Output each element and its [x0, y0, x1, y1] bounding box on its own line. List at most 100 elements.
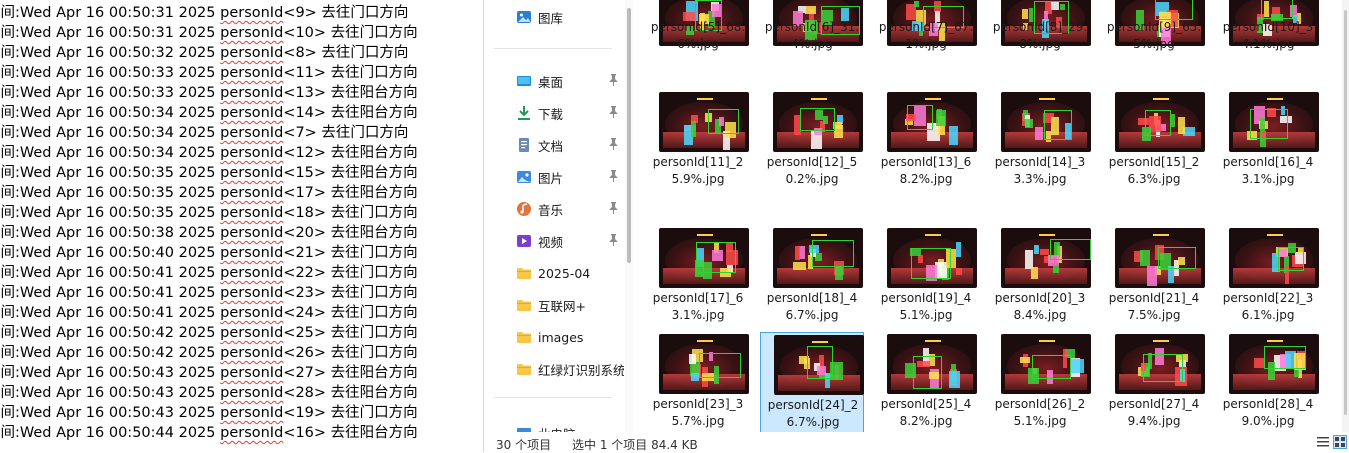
image-thumbnail [1115, 334, 1205, 394]
download-icon [516, 105, 532, 121]
log-person-id: personId [220, 105, 284, 121]
log-person-id: personId [220, 225, 284, 241]
nav-item-10[interactable]: 红绿灯识别系统 [516, 357, 624, 381]
file-item[interactable]: personId[18]_4 6.7%.jpg [760, 226, 864, 330]
nav-scrollbar-thumb[interactable] [627, 8, 631, 263]
file-name-line1: personId[27]_4 [1108, 397, 1200, 411]
log-direction: <27> 去往阳台方向 [283, 365, 418, 381]
file-item[interactable]: personId[17]_6 3.1%.jpg [646, 226, 750, 330]
navigation-pane: 图库桌面下载文档图片音乐视频 2025-04 互联网+ images 红绿灯识别系统此电… [484, 0, 624, 432]
file-name-line1: personId[9]_65. [1106, 20, 1202, 34]
file-item[interactable]: personId[8]_29. 8%.jpg [988, 0, 1092, 66]
nav-item-2[interactable]: 下载 [516, 101, 563, 125]
nav-item-0[interactable]: 图库 [516, 5, 563, 29]
file-item[interactable]: personId[16]_4 3.1%.jpg [1216, 90, 1320, 194]
log-direction: <24> 去往门口方向 [283, 305, 418, 321]
log-line: 时间:Wed Apr 16 00:50:34 2025 personId<12>… [0, 143, 418, 163]
files-scrollbar-thumb[interactable] [1344, 10, 1347, 415]
file-name-line2: 5%.jpg [1133, 37, 1175, 51]
file-item[interactable]: personId[24]_2 6.7%.jpg [760, 332, 864, 432]
nav-item-3[interactable]: 文档 [516, 133, 563, 157]
file-item[interactable]: personId[27]_4 9.4%.jpg [1102, 332, 1206, 432]
file-name-line2: 3.3%.jpg [1013, 172, 1067, 186]
file-item[interactable]: personId[14]_3 3.3%.jpg [988, 90, 1092, 194]
file-name-line1: personId[22]_3 [1222, 291, 1314, 305]
log-timestamp: 时间:Wed Apr 16 00:50:43 2025 [0, 385, 221, 401]
file-name-line2: 6.7%.jpg [786, 415, 840, 429]
file-name-line1: personId[16]_4 [1222, 155, 1314, 169]
file-name-line1: personId[5]_68. [650, 20, 746, 34]
log-direction: <22> 去往门口方向 [283, 265, 418, 281]
image-thumbnail [659, 228, 749, 288]
file-name-line2: 7.5%.jpg [1127, 308, 1181, 322]
log-person-id: personId [220, 205, 284, 221]
file-item[interactable]: personId[11]_2 5.9%.jpg [646, 90, 750, 194]
log-line: 时间:Wed Apr 16 00:50:43 2025 personId<19>… [0, 403, 418, 423]
file-item[interactable]: personId[23]_3 5.7%.jpg [646, 332, 750, 432]
file-item[interactable]: personId[21]_4 7.5%.jpg [1102, 226, 1206, 330]
file-item[interactable]: personId[6]_31. 4%.jpg [760, 0, 864, 66]
file-name-line1: personId[26]_2 [994, 397, 1086, 411]
nav-item-8[interactable]: 互联网+ [516, 293, 586, 317]
log-line: 时间:Wed Apr 16 00:50:42 2025 personId<25>… [0, 323, 418, 343]
file-name-line2: 4.1%.jpg [1241, 37, 1295, 51]
file-item[interactable]: personId[7]_67. 1%.jpg [874, 0, 978, 66]
file-name-line2: 5.1%.jpg [899, 308, 953, 322]
file-name-line2: 5.1%.jpg [1013, 414, 1067, 428]
image-thumbnail [887, 92, 977, 152]
nav-item-label: 下载 [538, 106, 564, 122]
image-thumbnail [773, 92, 863, 152]
tiles-view-icon[interactable] [1333, 435, 1347, 449]
file-item[interactable]: personId[15]_2 6.3%.jpg [1102, 90, 1206, 194]
image-thumbnail [887, 334, 977, 394]
file-item[interactable]: personId[9]_65. 5%.jpg [1102, 0, 1206, 66]
image-thumbnail [887, 228, 977, 288]
file-name-line2: 9.0%.jpg [1241, 414, 1295, 428]
log-direction: <21> 去往门口方向 [283, 245, 418, 261]
log-line: 时间:Wed Apr 16 00:50:41 2025 personId<24>… [0, 303, 418, 323]
file-name-line1: personId[19]_4 [880, 291, 972, 305]
log-person-id: personId [220, 85, 284, 101]
nav-item-6[interactable]: 视频 [516, 229, 563, 253]
log-line: 时间:Wed Apr 16 00:50:32 2025 personId<8> … [0, 43, 408, 63]
file-item[interactable]: personId[10]_3 4.1%.jpg [1216, 0, 1320, 66]
nav-item-7[interactable]: 2025-04 [516, 261, 590, 285]
image-thumbnail [659, 334, 749, 394]
file-item[interactable]: personId[26]_2 5.1%.jpg [988, 332, 1092, 432]
nav-item-1[interactable]: 桌面 [516, 69, 563, 93]
file-item[interactable]: personId[22]_3 6.1%.jpg [1216, 226, 1320, 330]
log-person-id: personId [220, 265, 284, 281]
file-name-line2: 6%.jpg [677, 37, 719, 51]
log-timestamp: 时间:Wed Apr 16 00:50:35 2025 [0, 165, 221, 181]
image-thumbnail [1115, 228, 1205, 288]
file-item[interactable]: personId[25]_4 8.2%.jpg [874, 332, 978, 432]
file-name-line1: personId[7]_67. [878, 20, 974, 34]
nav-item-9[interactable]: images [516, 325, 583, 349]
file-item[interactable]: personId[19]_4 5.1%.jpg [874, 226, 978, 330]
file-name-line2: 8.4%.jpg [1013, 308, 1067, 322]
file-item[interactable]: personId[12]_5 0.2%.jpg [760, 90, 864, 194]
nav-item-label: 文档 [538, 138, 564, 154]
file-name-line2: 0.2%.jpg [785, 172, 839, 186]
nav-separator [494, 48, 612, 49]
log-timestamp: 时间:Wed Apr 16 00:50:44 2025 [0, 425, 221, 441]
status-bar: 30 个项目 选中 1 个项目 84.4 KB [484, 432, 1349, 452]
nav-item-label: 图片 [538, 170, 564, 186]
file-name-line2: 9.4%.jpg [1127, 414, 1181, 428]
log-person-id: personId [220, 5, 284, 21]
details-view-icon[interactable] [1316, 435, 1330, 449]
log-direction: <11> 去往门口方向 [283, 65, 418, 81]
nav-item-5[interactable]: 音乐 [516, 197, 563, 221]
nav-item-label: 视频 [538, 234, 564, 250]
nav-item-4[interactable]: 图片 [516, 165, 563, 189]
pin-icon [609, 106, 618, 121]
file-item[interactable]: personId[20]_3 8.4%.jpg [988, 226, 1092, 330]
nav-item-11[interactable]: 此电脑 [516, 421, 576, 432]
nav-item-label: 桌面 [538, 74, 564, 90]
image-thumbnail [1115, 92, 1205, 152]
file-item[interactable]: personId[28]_4 9.0%.jpg [1216, 332, 1320, 432]
file-item[interactable]: personId[5]_68. 6%.jpg [646, 0, 750, 66]
file-name-line2: 3.1%.jpg [1241, 172, 1295, 186]
image-thumbnail [774, 335, 864, 395]
file-item[interactable]: personId[13]_6 8.2%.jpg [874, 90, 978, 194]
